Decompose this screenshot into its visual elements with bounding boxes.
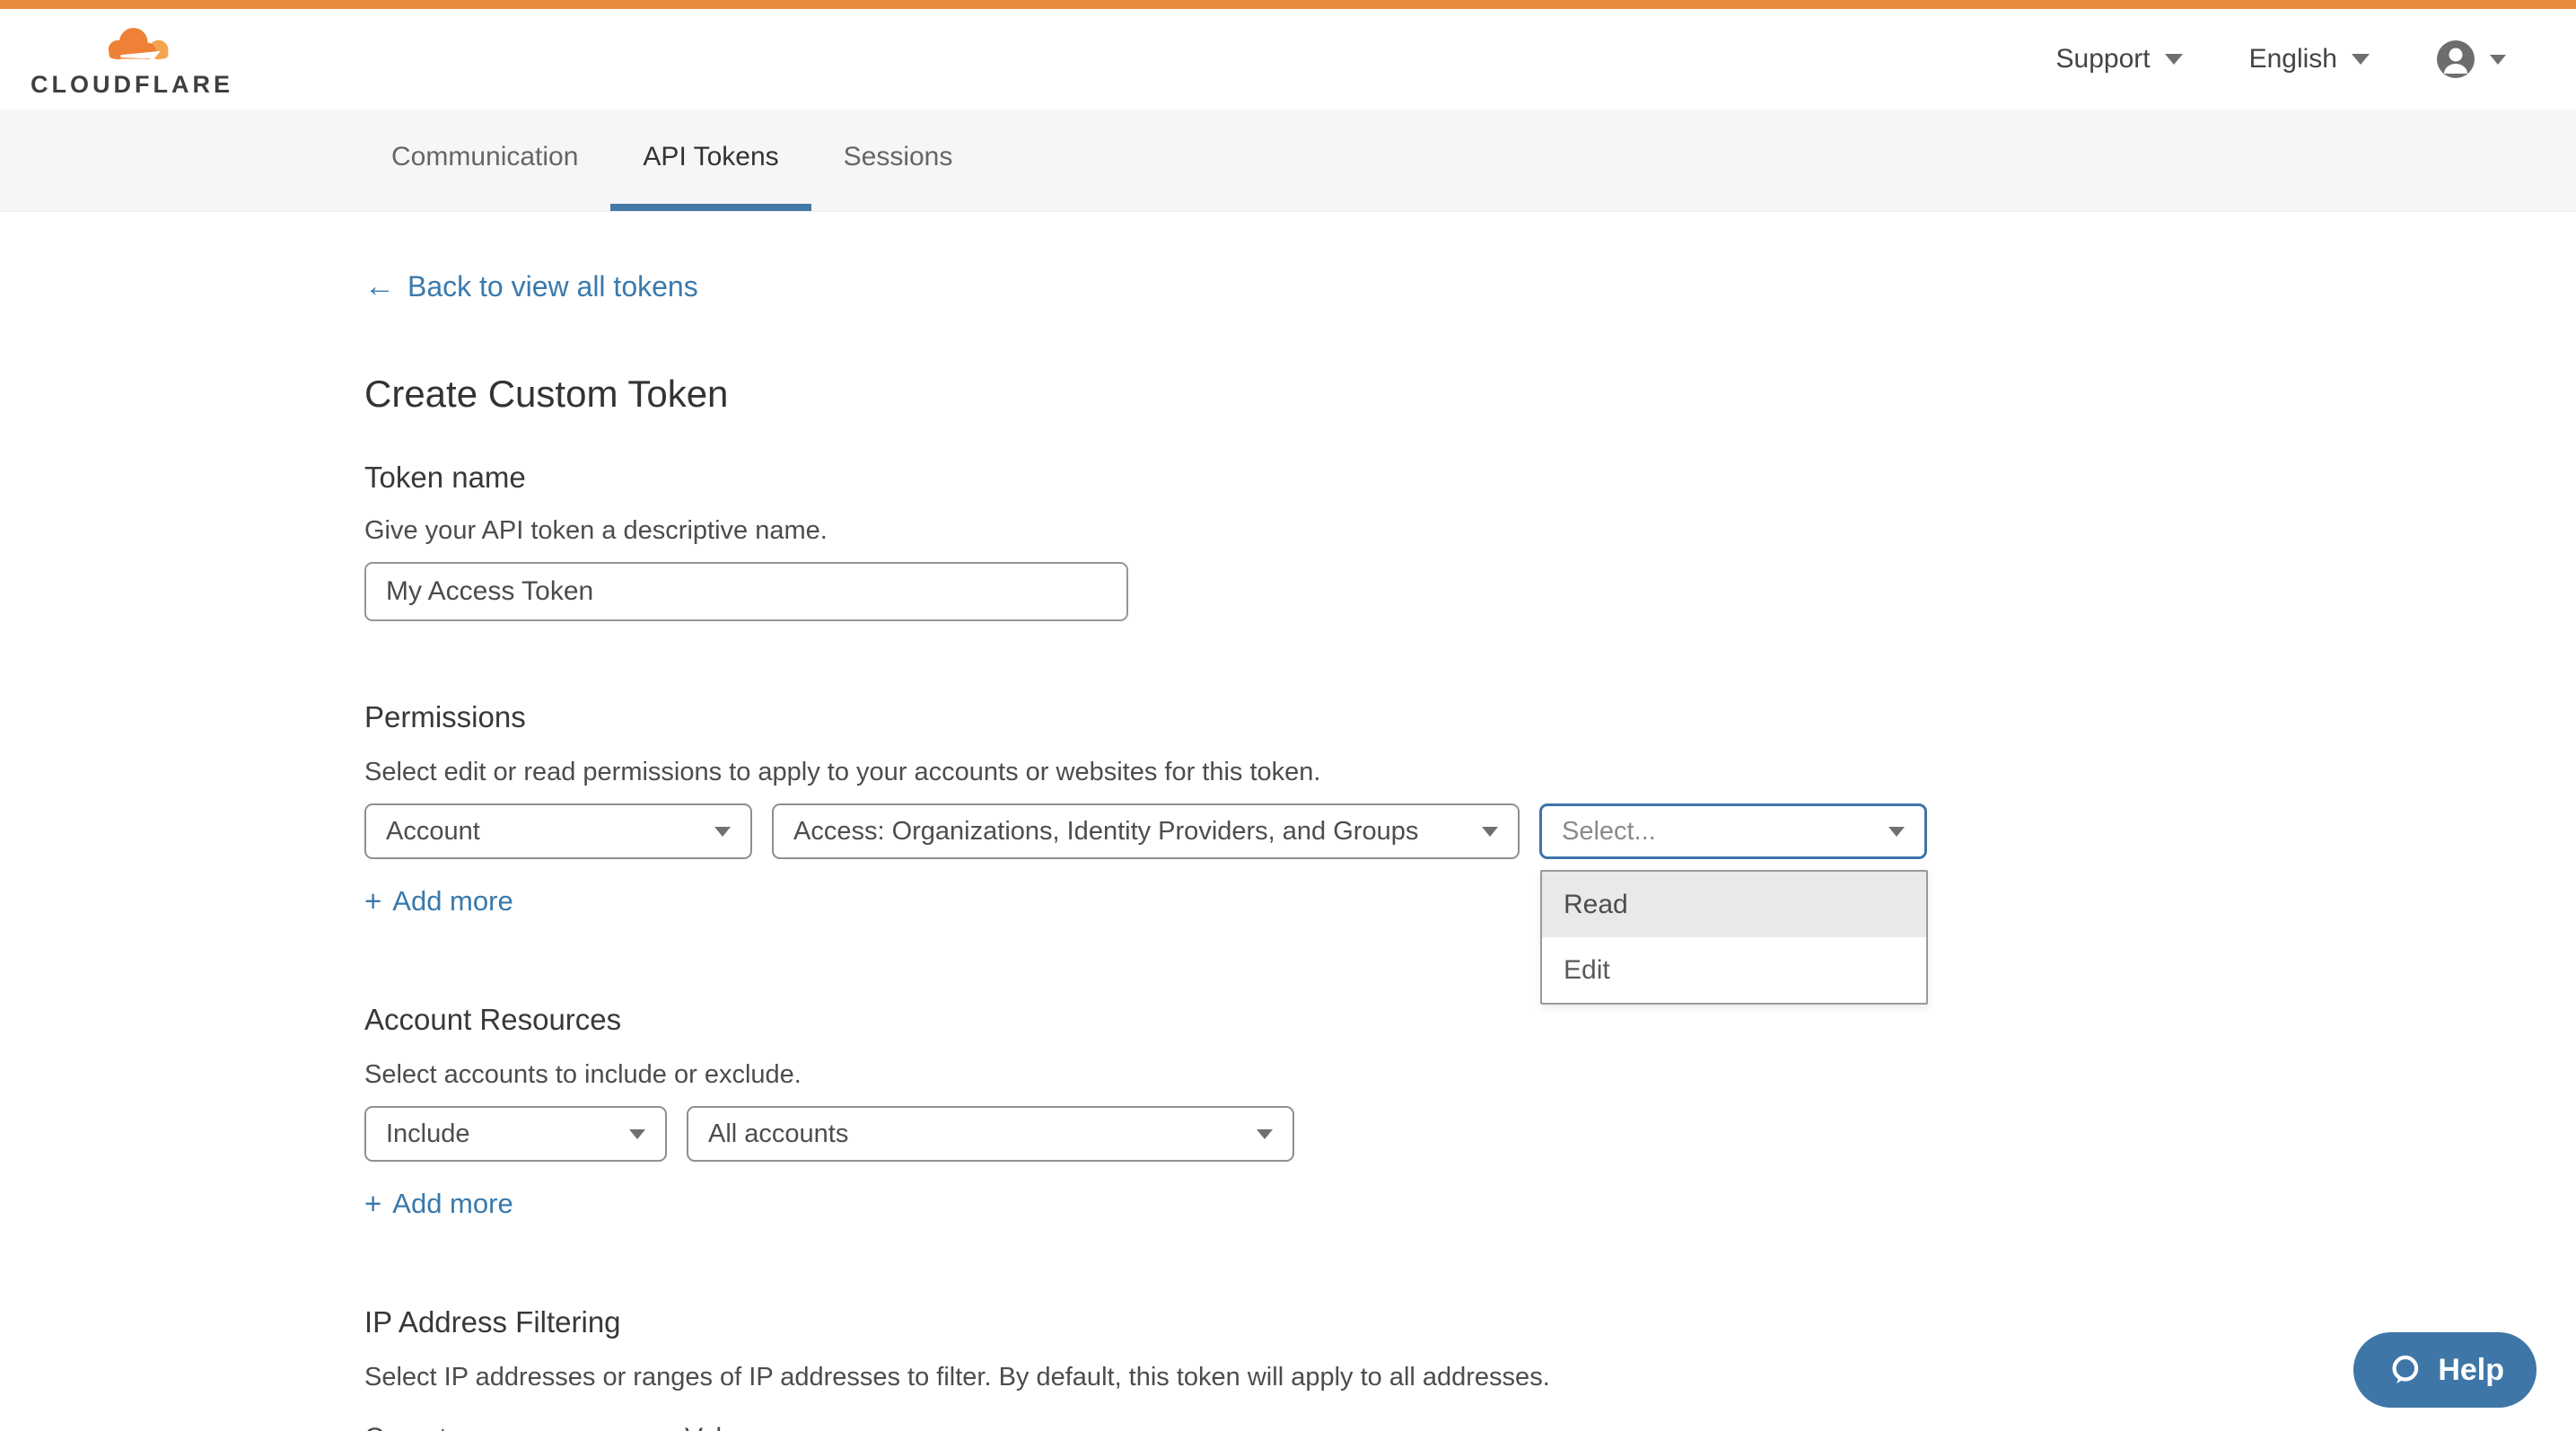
menu-option-edit[interactable]: Edit [1542,937,1926,1003]
support-menu-label: Support [2056,44,2151,75]
menu-option-read[interactable]: Read [1542,872,1926,937]
operator-label: Operator [364,1423,667,1431]
cloudflare-cloud-icon [99,21,176,67]
token-name-description: Give your API token a descriptive name. [364,516,2576,546]
add-more-label: Add more [392,1188,513,1220]
permissions-row: Account Access: Organizations, Identity … [364,803,2576,859]
resource-scope-value: All accounts [708,1119,848,1149]
ip-field-labels: Operator Value [364,1423,2576,1431]
header: CLOUDFLARE Support English [0,9,2576,110]
user-avatar-icon [2436,40,2475,79]
chat-bubble-icon [2386,1351,2423,1389]
chevron-down-icon [2490,55,2506,65]
resource-mode-dropdown[interactable]: Include [364,1106,667,1162]
language-menu-label: English [2249,44,2337,75]
ip-filtering-heading: IP Address Filtering [364,1305,2576,1339]
resource-scope-dropdown[interactable]: All accounts [687,1106,1294,1162]
add-more-label: Add more [392,885,513,917]
tab-communication[interactable]: Communication [359,110,610,211]
account-menu[interactable] [2436,40,2506,79]
language-menu[interactable]: English [2249,44,2370,75]
help-button-label: Help [2438,1353,2504,1388]
help-button[interactable]: Help [2353,1332,2537,1408]
permission-scope-dropdown[interactable]: Account [364,803,752,859]
main-content: ← Back to view all tokens Create Custom … [0,212,2576,1431]
token-name-input[interactable] [364,562,1128,621]
back-to-tokens-link[interactable]: ← Back to view all tokens [364,269,698,304]
plus-icon: + [364,884,381,918]
cloudflare-logo[interactable]: CLOUDFLARE [31,21,183,99]
account-resources-description: Select accounts to include or exclude. [364,1060,2576,1090]
brand-top-strip [0,0,2576,9]
chevron-down-icon [714,827,731,837]
permission-group-value: Access: Organizations, Identity Provider… [793,817,1418,847]
value-label: Value [685,1423,752,1431]
support-menu[interactable]: Support [2056,44,2183,75]
resources-add-more-link[interactable]: + Add more [364,1187,513,1221]
account-resources-heading: Account Resources [364,1003,2576,1037]
tab-api-tokens[interactable]: API Tokens [610,110,810,211]
chevron-down-icon [1482,827,1498,837]
chevron-down-icon [1888,827,1905,837]
permission-access-dropdown[interactable]: Select... Read Edit [1539,803,1927,859]
chevron-down-icon [2352,54,2370,65]
account-resources-row: Include All accounts [364,1106,2576,1162]
chevron-down-icon [2165,54,2183,65]
back-arrow-icon: ← [364,269,395,304]
cloudflare-wordmark: CLOUDFLARE [31,71,233,99]
permissions-description: Select edit or read permissions to apply… [364,758,2576,787]
token-name-heading: Token name [364,461,2576,495]
profile-tabs: Communication API Tokens Sessions [0,110,2576,212]
permission-access-menu: Read Edit [1540,870,1928,1005]
chevron-down-icon [629,1129,645,1139]
permission-access-placeholder: Select... [1562,817,1656,847]
permissions-heading: Permissions [364,700,2576,734]
permission-group-dropdown[interactable]: Access: Organizations, Identity Provider… [772,803,1520,859]
permissions-add-more-link[interactable]: + Add more [364,884,513,918]
resource-mode-value: Include [386,1119,470,1149]
back-link-label: Back to view all tokens [407,270,698,303]
permission-scope-value: Account [386,817,480,847]
tab-sessions[interactable]: Sessions [811,110,986,211]
header-nav: Support English [2056,40,2506,79]
ip-filtering-description: Select IP addresses or ranges of IP addr… [364,1363,2576,1392]
chevron-down-icon [1257,1129,1273,1139]
plus-icon: + [364,1187,381,1221]
page-title: Create Custom Token [364,373,2576,416]
